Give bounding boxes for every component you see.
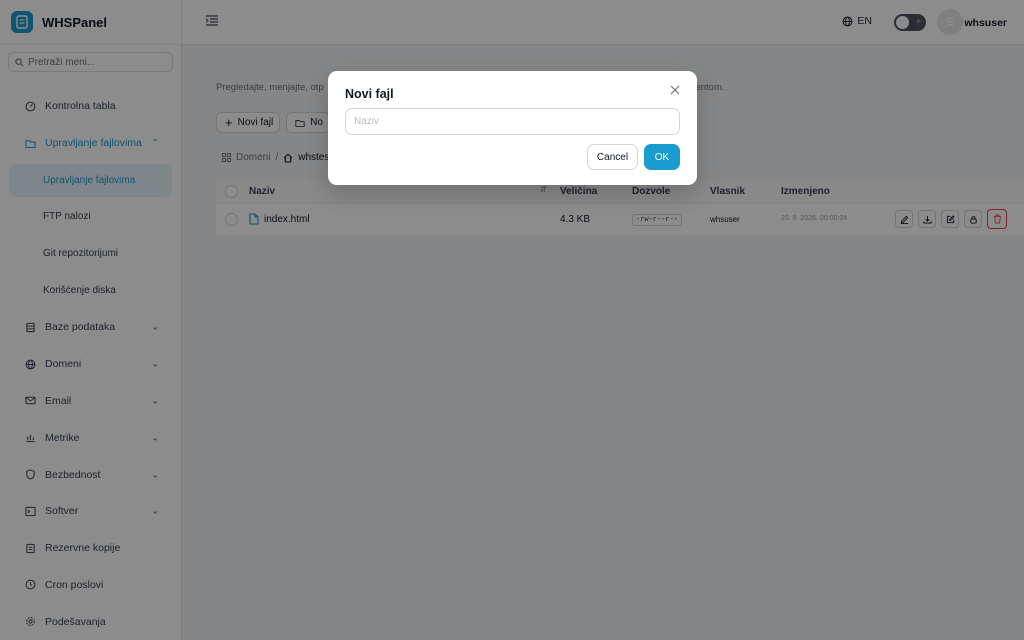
dialog-title: Novi fajl (345, 87, 394, 101)
file-name-input[interactable] (345, 108, 680, 135)
close-icon[interactable] (669, 84, 683, 98)
ok-button[interactable]: OK (644, 144, 680, 170)
cancel-button[interactable]: Cancel (587, 144, 638, 170)
new-file-dialog: Novi fajl Cancel OK (328, 71, 697, 185)
